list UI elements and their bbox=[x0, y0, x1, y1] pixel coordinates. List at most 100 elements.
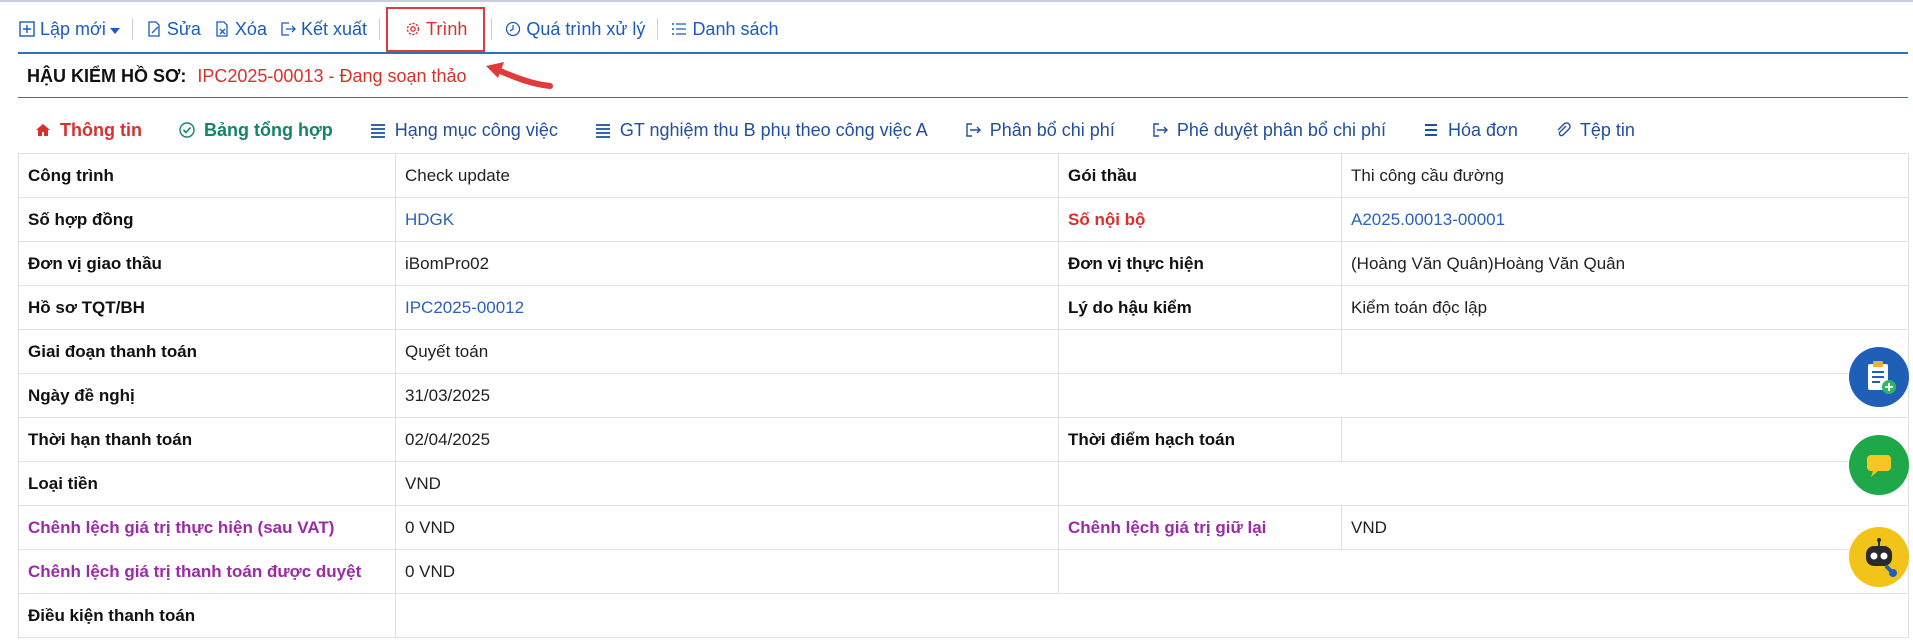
field-value: 0 VND bbox=[395, 505, 1059, 550]
contract-link[interactable]: HDGK bbox=[395, 197, 1059, 242]
table-row: Điều kiện thanh toán bbox=[18, 593, 1909, 638]
clipboard-add-icon bbox=[1868, 361, 1896, 394]
field-value bbox=[1341, 417, 1909, 462]
plus-square-icon bbox=[19, 21, 35, 37]
field-label: Loại tiền bbox=[18, 461, 396, 506]
tab-phe-duyet-phan-bo[interactable]: Phê duyệt phân bổ chi phí bbox=[1151, 120, 1386, 141]
edit-label: Sửa bbox=[166, 18, 201, 39]
edit-file-icon bbox=[148, 21, 160, 37]
new-button[interactable]: Lập mới bbox=[18, 19, 120, 40]
field-label: Thời điểm hạch toán bbox=[1058, 417, 1342, 462]
sign-out-icon bbox=[1153, 123, 1168, 137]
field-label: Lý do hậu kiểm bbox=[1058, 285, 1342, 330]
tab-label: Phê duyệt phân bổ chi phí bbox=[1176, 119, 1386, 140]
field-label: Công trình bbox=[18, 153, 396, 198]
table-row: Chênh lệch giá trị thanh toán được duyệt… bbox=[18, 549, 1909, 594]
add-task-floating-button[interactable] bbox=[1849, 347, 1909, 407]
info-table: Công trình Check update Gói thầu Thi côn… bbox=[18, 153, 1909, 638]
field-label: Đơn vị thực hiện bbox=[1058, 241, 1342, 286]
robot-support-icon bbox=[1866, 538, 1897, 577]
list-label: Danh sách bbox=[692, 18, 779, 39]
page-title: HẬU KIỂM HỒ SƠ: IPC2025-00013 - Đang soạ… bbox=[27, 66, 467, 87]
delete-label: Xóa bbox=[234, 18, 267, 39]
new-label: Lập mới bbox=[40, 18, 106, 39]
table-row: Hồ sơ TQT/BH IPC2025-00012 Lý do hậu kiể… bbox=[18, 285, 1909, 330]
tab-label: Thông tin bbox=[60, 119, 142, 140]
home-icon bbox=[36, 124, 50, 136]
field-label: Điều kiện thanh toán bbox=[18, 593, 396, 638]
field-label: Giai đoạn thanh toán bbox=[18, 329, 396, 374]
tab-phan-bo-chi-phi[interactable]: Phân bổ chi phí bbox=[964, 120, 1115, 141]
empty-cell bbox=[1058, 373, 1909, 418]
record-link[interactable]: IPC2025-00012 bbox=[395, 285, 1059, 330]
field-label: Hồ sơ TQT/BH bbox=[18, 285, 396, 330]
field-value: (Hoàng Văn Quân)Hoàng Văn Quân bbox=[1341, 241, 1909, 286]
table-row: Công trình Check update Gói thầu Thi côn… bbox=[18, 153, 1909, 198]
table-row: Thời hạn thanh toán 02/04/2025 Thời điểm… bbox=[18, 417, 1909, 462]
field-value: Kiểm toán độc lập bbox=[1341, 285, 1909, 330]
submit-label: Trình bbox=[426, 18, 468, 39]
delete-button[interactable]: Xóa bbox=[213, 19, 267, 40]
sign-out-icon bbox=[966, 123, 981, 137]
field-label: Số hợp đồng bbox=[18, 197, 396, 242]
field-value: VND bbox=[1341, 505, 1909, 550]
table-row: Giai đoạn thanh toán Quyết toán bbox=[18, 329, 1909, 374]
record-heading: HẬU KIỂM HỒ SƠ: bbox=[27, 66, 187, 86]
table-row: Đơn vị giao thầu iBomPro02 Đơn vị thực h… bbox=[18, 241, 1909, 286]
field-value: Quyết toán bbox=[395, 329, 1059, 374]
chat-floating-button[interactable] bbox=[1849, 435, 1909, 495]
internal-number-link[interactable]: A2025.00013-00001 bbox=[1341, 197, 1909, 242]
tab-bang-tong-hop[interactable]: Bảng tổng hợp bbox=[178, 120, 333, 141]
empty-cell bbox=[1058, 549, 1909, 594]
field-label: Số nội bộ bbox=[1058, 197, 1342, 242]
field-value: Check update bbox=[395, 153, 1059, 198]
field-label: Chênh lệch giá trị thanh toán được duyệt bbox=[18, 549, 396, 594]
field-value: 31/03/2025 bbox=[395, 373, 1059, 418]
tab-thong-tin[interactable]: Thông tin bbox=[34, 120, 142, 141]
field-label: Chênh lệch giá trị thực hiện (sau VAT) bbox=[18, 505, 396, 550]
list-button[interactable]: Danh sách bbox=[670, 18, 779, 40]
annotation-arrow-icon bbox=[486, 62, 553, 89]
support-bot-floating-button[interactable] bbox=[1849, 527, 1909, 587]
chevron-down-icon bbox=[109, 27, 120, 34]
tab-label: GT nghiệm thu B phụ theo công việc A bbox=[619, 119, 928, 140]
process-history-label: Quá trình xử lý bbox=[526, 18, 646, 39]
field-label: Thời hạn thanh toán bbox=[18, 417, 396, 462]
field-label: Chênh lệch giá trị giữ lại bbox=[1058, 505, 1342, 550]
record-status: IPC2025-00013 - Đang soạn thảo bbox=[197, 66, 467, 86]
field-value bbox=[395, 593, 1909, 638]
tab-hang-muc-cong-viec[interactable]: Hạng mục công việc bbox=[369, 120, 558, 141]
field-value: VND bbox=[395, 461, 1059, 506]
edit-button[interactable]: Sửa bbox=[145, 19, 201, 40]
toolbar-underline bbox=[18, 52, 1908, 54]
tab-label: Hóa đơn bbox=[1448, 119, 1518, 140]
tab-tep-tin[interactable]: Tệp tin bbox=[1554, 120, 1635, 141]
toolbar: Lập mới Sửa Xóa Kết xuất Trình Quá trình… bbox=[18, 6, 779, 52]
field-value: iBomPro02 bbox=[395, 241, 1059, 286]
tab-label: Hạng mục công việc bbox=[394, 119, 558, 140]
clock-icon bbox=[506, 21, 521, 37]
field-value: Thi công cầu đường bbox=[1341, 153, 1909, 198]
export-button[interactable]: Kết xuất bbox=[279, 19, 367, 40]
table-row: Chênh lệch giá trị thực hiện (sau VAT) 0… bbox=[18, 505, 1909, 550]
field-label: Đơn vị giao thầu bbox=[18, 241, 396, 286]
toolbar-divider bbox=[131, 18, 133, 40]
tab-hoa-don[interactable]: Hóa đơn bbox=[1422, 120, 1518, 141]
toolbar-divider bbox=[657, 18, 659, 40]
chat-icon bbox=[1867, 455, 1891, 477]
export-label: Kết xuất bbox=[300, 18, 367, 39]
submit-button[interactable]: Trình bbox=[386, 6, 486, 52]
tab-label: Bảng tổng hợp bbox=[203, 119, 333, 140]
empty-cell bbox=[1058, 329, 1342, 374]
tab-label: Tệp tin bbox=[1579, 119, 1635, 140]
paperclip-icon bbox=[1557, 122, 1571, 137]
export-icon bbox=[281, 22, 296, 36]
bars-icon bbox=[1425, 124, 1437, 136]
tab-gt-nghiem-thu[interactable]: GT nghiệm thu B phụ theo công việc A bbox=[594, 120, 928, 141]
tab-label: Phân bổ chi phí bbox=[989, 119, 1115, 140]
field-label: Ngày đề nghị bbox=[18, 373, 396, 418]
delete-file-icon bbox=[216, 21, 228, 37]
process-history-button[interactable]: Quá trình xử lý bbox=[504, 19, 645, 40]
toolbar-divider bbox=[379, 18, 380, 40]
tab-bar: Thông tin Bảng tổng hợp Hạng mục công vi… bbox=[34, 116, 1671, 144]
